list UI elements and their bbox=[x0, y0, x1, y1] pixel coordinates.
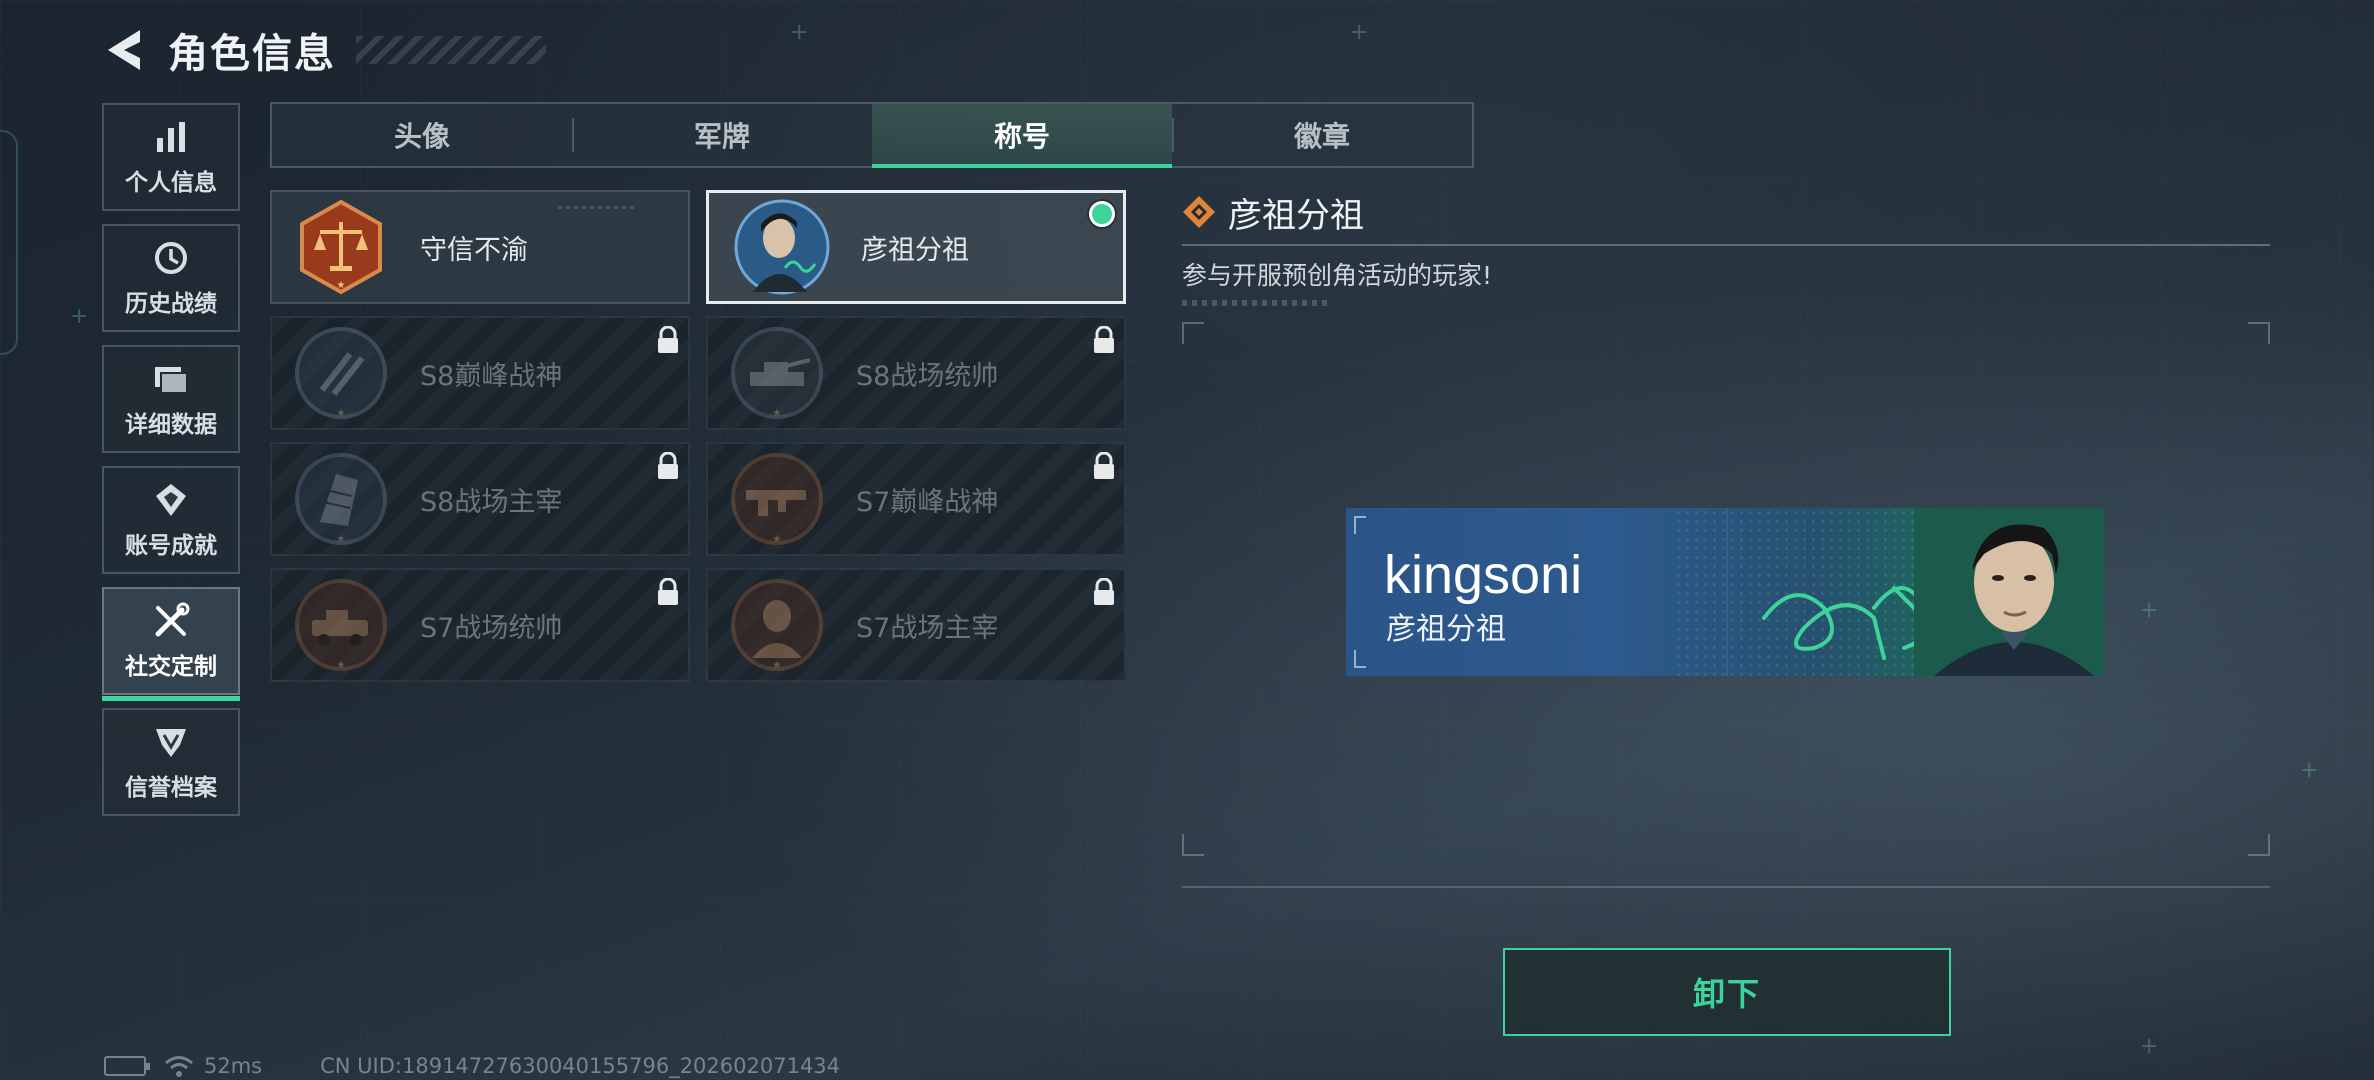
decor-plus: + bbox=[2300, 758, 2319, 783]
wifi-icon bbox=[164, 1054, 194, 1078]
achievement-medal-icon bbox=[151, 480, 191, 520]
vehicle-badge-icon: ★ bbox=[292, 576, 390, 674]
title-card-label: 彦祖分祖 bbox=[861, 234, 969, 266]
soldier-badge-icon: ★ bbox=[728, 576, 826, 674]
rifle-badge-icon: ★ bbox=[728, 450, 826, 548]
sidebar-item-label: 社交定制 bbox=[125, 654, 217, 680]
wrench-screwdriver-icon bbox=[151, 601, 191, 641]
nameplate-bracket bbox=[1354, 516, 1366, 534]
equipped-indicator bbox=[1089, 201, 1115, 227]
title-card-yanzu[interactable]: 彦祖分祖 bbox=[706, 190, 1126, 304]
lock-icon bbox=[1092, 325, 1116, 354]
divider bbox=[1182, 886, 2270, 888]
title-card-trustworthy[interactable]: ★ 守信不渝 bbox=[270, 190, 690, 304]
card-decoration bbox=[558, 206, 638, 209]
description-decoration bbox=[1182, 300, 1332, 306]
diamond-grid-icon bbox=[1182, 195, 1216, 229]
lock-icon bbox=[1092, 451, 1116, 480]
frame-corner bbox=[2248, 834, 2270, 856]
sidebar-item-label: 账号成就 bbox=[125, 533, 217, 559]
title-card-s8-commander[interactable]: ★ S8战场统帅 bbox=[706, 316, 1126, 430]
decor-plus: + bbox=[2140, 1034, 2159, 1059]
svg-text:★: ★ bbox=[773, 408, 782, 419]
title-decoration bbox=[356, 36, 546, 64]
tab-dog-tag[interactable]: 军牌 bbox=[572, 104, 872, 166]
divider bbox=[1182, 244, 2270, 246]
nameplate-title: 彦祖分祖 bbox=[1386, 612, 1506, 647]
side-drawer-handle[interactable] bbox=[0, 130, 18, 355]
user-uid: CN UID:18914727630040155796_202602071434 bbox=[320, 1054, 841, 1078]
title-card-label: S8巅峰战神 bbox=[420, 360, 563, 392]
svg-text:★: ★ bbox=[773, 660, 782, 671]
title-card-s8-dominator[interactable]: ★ S8战场主宰 bbox=[270, 442, 690, 556]
title-card-label: S7战场主宰 bbox=[856, 612, 999, 644]
frame-corner bbox=[2248, 322, 2270, 344]
sidebar-item-social-custom[interactable]: 社交定制 bbox=[102, 587, 240, 701]
bar-chart-icon bbox=[151, 117, 191, 157]
ping-readout: 52ms bbox=[204, 1054, 263, 1078]
sidebar-item-label: 历史战绩 bbox=[125, 291, 217, 317]
tab-title[interactable]: 称号 bbox=[872, 104, 1172, 168]
portrait-badge-icon bbox=[733, 198, 831, 296]
title-card-label: 守信不渝 bbox=[420, 234, 528, 266]
decor-plus: + bbox=[790, 20, 809, 45]
building-badge-icon: ★ bbox=[292, 450, 390, 548]
title-detail-panel: 彦祖分祖 参与开服预创角活动的玩家! bbox=[1182, 190, 2270, 306]
frame-corner bbox=[1182, 322, 1204, 344]
sidebar-item-label: 信誉档案 bbox=[125, 775, 217, 801]
tab-badge[interactable]: 徽章 bbox=[1172, 104, 1472, 166]
nameplate-username: kingsoni bbox=[1384, 545, 1583, 605]
sidebar-item-label: 个人信息 bbox=[125, 170, 217, 196]
category-tabs: 头像 军牌 称号 徽章 bbox=[270, 102, 1474, 168]
sidebar: 个人信息 历史战绩 详细数据 账号成就 社交定制 信誉档案 bbox=[102, 103, 240, 829]
svg-text:★: ★ bbox=[337, 408, 346, 419]
sidebar-item-history[interactable]: 历史战绩 bbox=[102, 224, 240, 332]
detail-header: 彦祖分祖 bbox=[1182, 190, 2270, 236]
page-title: 角色信息 bbox=[168, 31, 336, 77]
detail-description: 参与开服预创角活动的玩家! bbox=[1182, 261, 1493, 290]
svg-text:★: ★ bbox=[337, 660, 346, 671]
decor-plus: + bbox=[70, 304, 89, 329]
back-arrow-icon[interactable] bbox=[100, 26, 148, 74]
svg-text:★: ★ bbox=[337, 280, 346, 291]
title-card-s7-peak[interactable]: ★ S7巅峰战神 bbox=[706, 442, 1126, 556]
tank-badge-icon: ★ bbox=[728, 324, 826, 422]
sidebar-item-label: 详细数据 bbox=[125, 412, 217, 438]
folder-icon bbox=[151, 359, 191, 399]
sidebar-item-personal-info[interactable]: 个人信息 bbox=[102, 103, 240, 211]
decor-plus: + bbox=[1350, 20, 1369, 45]
sidebar-item-credit-record[interactable]: 信誉档案 bbox=[102, 708, 240, 816]
title-card-label: S8战场统帅 bbox=[856, 360, 999, 392]
sidebar-item-detail-data[interactable]: 详细数据 bbox=[102, 345, 240, 453]
stripe-badge-icon: ★ bbox=[292, 324, 390, 422]
frame-corner bbox=[1182, 834, 1204, 856]
battery-icon bbox=[104, 1056, 150, 1076]
tab-avatar[interactable]: 头像 bbox=[272, 104, 572, 166]
title-card-s7-commander[interactable]: ★ S7战场统帅 bbox=[270, 568, 690, 682]
svg-text:★: ★ bbox=[337, 534, 346, 545]
lock-icon bbox=[656, 577, 680, 606]
svg-text:★: ★ bbox=[773, 534, 782, 545]
nameplate-preview: kingsoni 彦祖分祖 bbox=[1346, 508, 2104, 676]
sidebar-item-achievements[interactable]: 账号成就 bbox=[102, 466, 240, 574]
credit-shield-icon bbox=[151, 722, 191, 762]
lock-icon bbox=[656, 325, 680, 354]
lock-icon bbox=[1092, 577, 1116, 606]
title-card-s8-peak[interactable]: ★ S8巅峰战神 bbox=[270, 316, 690, 430]
nameplate-bracket bbox=[1354, 650, 1366, 668]
title-card-label: S8战场主宰 bbox=[420, 486, 563, 518]
scales-badge-icon: ★ bbox=[292, 198, 390, 296]
portrait-image bbox=[1914, 508, 2104, 676]
history-clock-icon bbox=[151, 238, 191, 278]
title-card-label: S7战场统帅 bbox=[420, 612, 563, 644]
title-card-label: S7巅峰战神 bbox=[856, 486, 999, 518]
title-card-s7-dominator[interactable]: ★ S7战场主宰 bbox=[706, 568, 1126, 682]
page-header: 角色信息 bbox=[100, 22, 546, 78]
unequip-button[interactable]: 卸下 bbox=[1503, 948, 1951, 1036]
detail-title: 彦祖分祖 bbox=[1228, 195, 1364, 236]
title-list: ★ 守信不渝 彦祖分祖 ★ S8巅峰战神 ★ S8战场统帅 ★ S8战场主宰 ★… bbox=[270, 190, 1126, 682]
lock-icon bbox=[656, 451, 680, 480]
status-bar: 52ms CN UID:18914727630040155796_2026020… bbox=[104, 1052, 840, 1080]
unequip-button-label: 卸下 bbox=[1692, 975, 1761, 1013]
